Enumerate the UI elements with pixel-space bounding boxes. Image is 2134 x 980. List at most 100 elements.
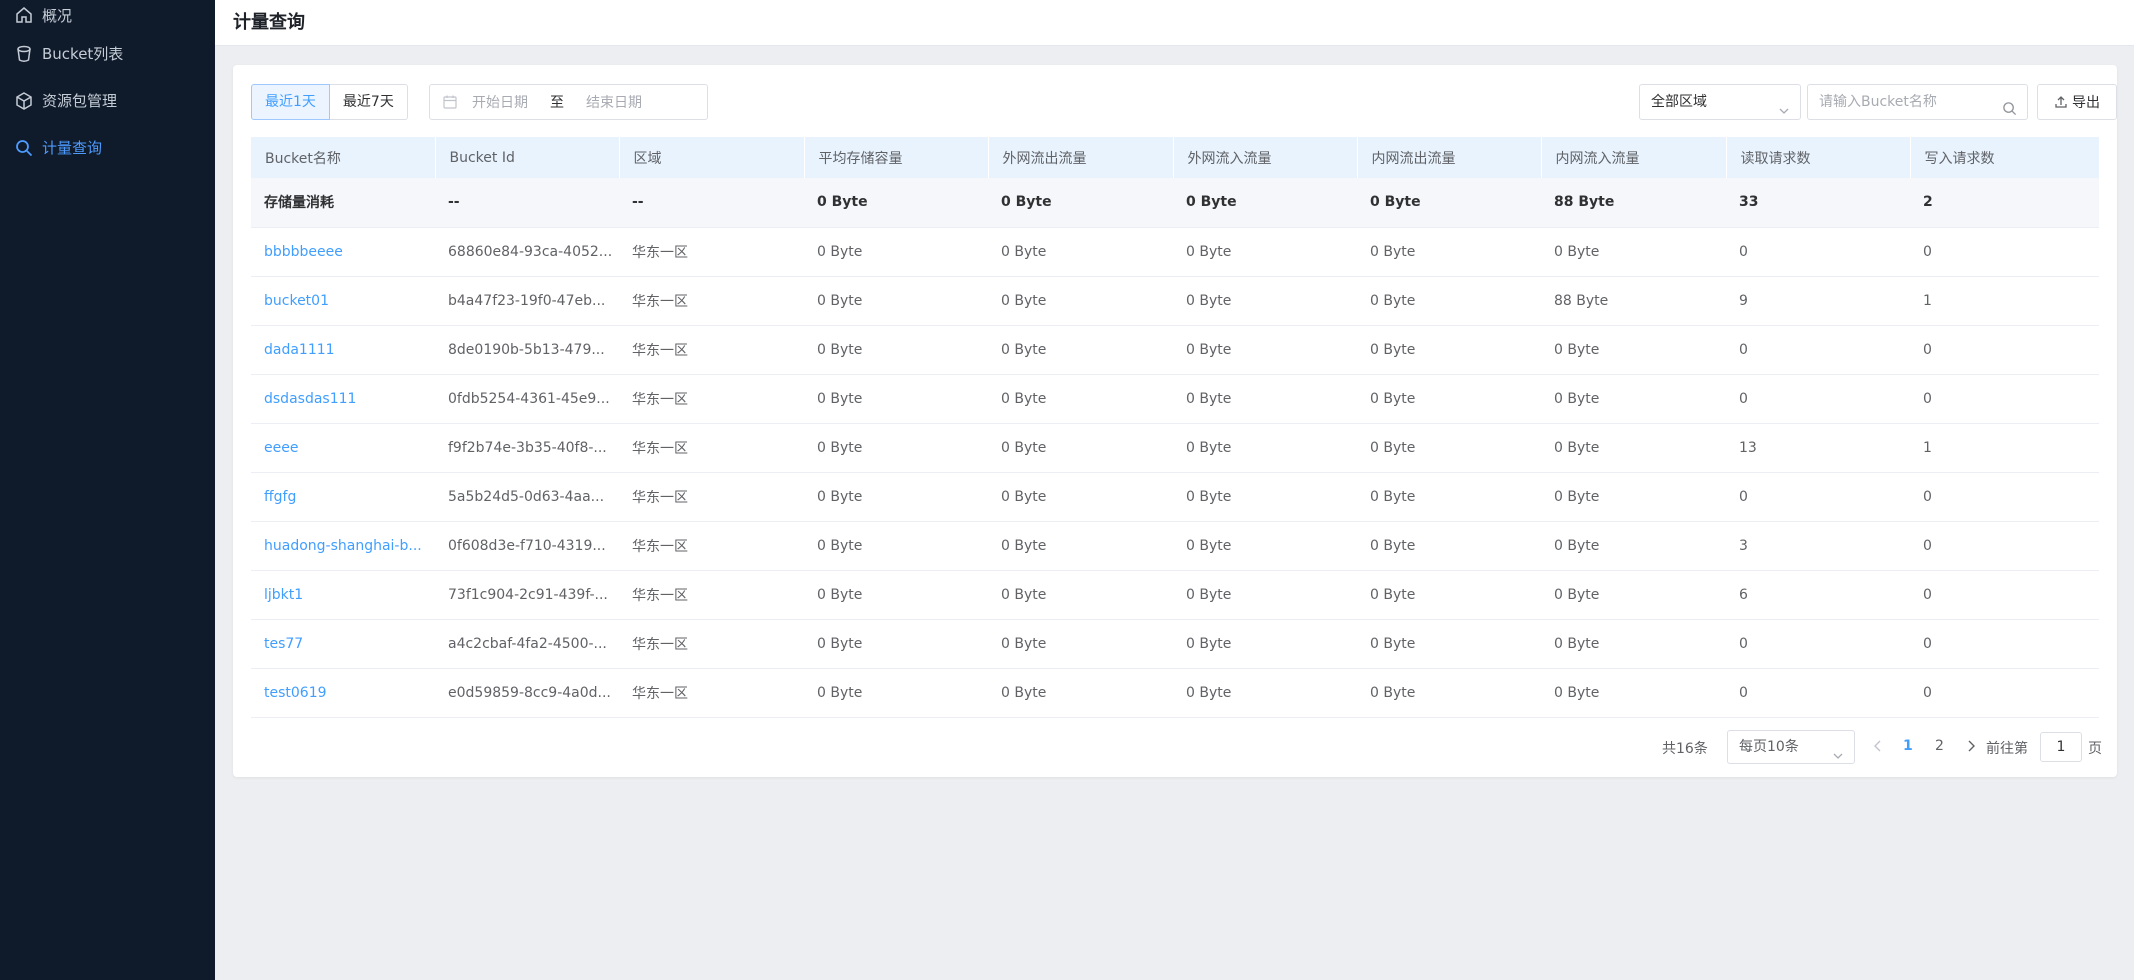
table-cell: 0 Byte: [1173, 472, 1357, 522]
table-row: ljbkt1 73f1c904-2c91-439f-... 华东一区 0 Byte 0 …: [251, 570, 2099, 620]
page-title: 计量查询: [233, 12, 305, 33]
table-cell: 13: [1726, 423, 1910, 473]
range-7day-button[interactable]: 最近7天: [329, 84, 408, 120]
table-cell: 0: [1910, 374, 2099, 424]
table-cell: 0f608d3e-f710-4319...: [435, 521, 619, 571]
metering-table: Bucket名称 Bucket Id 区域 平均存储容量 外网流出流量 外网流入…: [251, 137, 2100, 718]
table-cell: 0 Byte: [1173, 374, 1357, 424]
bucket-name-link[interactable]: bbbbbeeee: [264, 244, 343, 260]
table-cell: 0: [1910, 668, 2099, 718]
package-icon: [14, 91, 34, 111]
table-row: bbbbbeeee 68860e84-93ca-4052... 华东一区 0 Byte…: [251, 227, 2099, 277]
bucket-search-input[interactable]: 请输入Bucket名称: [1807, 84, 2028, 120]
table-cell: tes77: [251, 619, 435, 669]
sidebar-item-overview[interactable]: 概况: [0, 0, 215, 30]
bucket-name-link[interactable]: ffgfg: [264, 489, 296, 505]
goto-page-input[interactable]: 1: [2040, 732, 2082, 762]
table-header-row: Bucket名称 Bucket Id 区域 平均存储容量 外网流出流量 外网流入…: [251, 137, 2100, 178]
table-cell: 0 Byte: [804, 570, 988, 620]
table-cell: 华东一区: [619, 668, 804, 718]
bucket-name-link[interactable]: tes77: [264, 636, 303, 652]
table-cell: 0: [1910, 521, 2099, 571]
column-header: 写入请求数: [1910, 137, 2100, 178]
table-cell: 0 Byte: [804, 178, 988, 228]
page-number-2[interactable]: 2: [1935, 738, 1944, 754]
region-select-value: 全部区域: [1651, 94, 1707, 110]
column-header: 外网流出流量: [988, 137, 1174, 178]
table-cell: bbbbbeeee: [251, 227, 435, 277]
column-header: 平均存储容量: [804, 137, 989, 178]
region-select[interactable]: 全部区域: [1639, 84, 1801, 120]
table-cell: 0 Byte: [804, 521, 988, 571]
bucket-name-link[interactable]: eeee: [264, 440, 298, 456]
home-icon: [14, 5, 34, 25]
table-cell: 0: [1910, 472, 2099, 522]
column-header: 内网流出流量: [1357, 137, 1542, 178]
search-placeholder: 请输入Bucket名称: [1819, 94, 1937, 110]
end-date-input[interactable]: 结束日期: [586, 92, 642, 112]
sidebar-item-bucket-list[interactable]: Bucket列表: [0, 30, 215, 77]
bucket-name-link[interactable]: bucket01: [264, 293, 329, 309]
table-cell: 0 Byte: [804, 325, 988, 375]
table-row: huadong-shanghai-b... 0f608d3e-f710-4319.…: [251, 521, 2099, 571]
prev-page-icon[interactable]: [1870, 737, 1886, 755]
table-cell: 0 Byte: [804, 227, 988, 277]
table-cell: 0: [1726, 472, 1910, 522]
upload-icon: [2055, 96, 2067, 108]
table-cell: 0 Byte: [1541, 570, 1726, 620]
start-date-input[interactable]: 开始日期: [472, 92, 528, 112]
table-cell: 0: [1726, 668, 1910, 718]
sidebar-item-metering-query[interactable]: 计量查询: [0, 124, 215, 171]
page-size-select[interactable]: 每页10条: [1727, 730, 1855, 764]
bucket-name-link[interactable]: dada1111: [264, 342, 335, 358]
bucket-name-link[interactable]: huadong-shanghai-b...: [264, 538, 422, 554]
table-row: dada1111 8de0190b-5b13-479... 华东一区 0 Byte 0 …: [251, 325, 2099, 375]
table-cell: 0 Byte: [1173, 178, 1357, 228]
time-range-segmented: 最近1天 最近7天: [251, 84, 408, 120]
metering-card: 最近1天 最近7天 开始日期 至 结束日期 全部区域 请输入Bucket名称 导…: [233, 65, 2117, 777]
date-range-picker[interactable]: 开始日期 至 结束日期: [429, 84, 708, 120]
table-cell: 0 Byte: [1541, 521, 1726, 571]
table-cell: 0 Byte: [1357, 472, 1541, 522]
table-cell: 0 Byte: [1357, 227, 1541, 277]
table-cell: 0 Byte: [1357, 178, 1541, 228]
table-cell: 0 Byte: [988, 619, 1173, 669]
chevron-down-icon: [1832, 742, 1844, 759]
table-cell: 0: [1910, 325, 2099, 375]
page-size-value: 每页10条: [1739, 739, 1799, 755]
column-header: 外网流入流量: [1173, 137, 1358, 178]
table-cell: 0 Byte: [1357, 325, 1541, 375]
table-cell: 0 Byte: [1173, 325, 1357, 375]
calendar-icon: [442, 94, 458, 110]
summary-row: 存储量消耗 -- -- 0 Byte 0 Byte 0 Byte 0 Byte …: [251, 178, 2099, 228]
table-cell: 0 Byte: [1357, 374, 1541, 424]
next-page-icon[interactable]: [1963, 737, 1979, 755]
bucket-name-link[interactable]: ljbkt1: [264, 587, 303, 603]
export-label: 导出: [2072, 95, 2100, 111]
column-header: 读取请求数: [1726, 137, 1911, 178]
table-cell: 3: [1726, 521, 1910, 571]
sidebar-item-label: Bucket列表: [42, 45, 124, 63]
table-cell: 0 Byte: [1541, 227, 1726, 277]
table-cell: bucket01: [251, 276, 435, 326]
table-cell: 0 Byte: [988, 570, 1173, 620]
bucket-name-link[interactable]: dsdasdas111: [264, 391, 356, 407]
page-number-1[interactable]: 1: [1903, 738, 1913, 754]
table-cell: 0 Byte: [988, 325, 1173, 375]
export-button[interactable]: 导出: [2037, 84, 2117, 120]
table-cell: 0 Byte: [1357, 668, 1541, 718]
bucket-name-link[interactable]: test0619: [264, 685, 327, 701]
table-cell: ffgfg: [251, 472, 435, 522]
search-icon[interactable]: [2002, 95, 2017, 116]
table-cell: 华东一区: [619, 423, 804, 473]
sidebar-item-package-management[interactable]: 资源包管理: [0, 77, 215, 124]
goto-label: 前往第: [1986, 741, 2028, 757]
range-1day-button[interactable]: 最近1天: [251, 84, 330, 120]
column-header: 内网流入流量: [1541, 137, 1727, 178]
table-cell: 0 Byte: [1357, 521, 1541, 571]
table-cell: 0 Byte: [804, 276, 988, 326]
table-cell: 0 Byte: [1173, 570, 1357, 620]
table-row: ffgfg 5a5b24d5-0d63-4aa... 华东一区 0 Byte 0 Byt…: [251, 472, 2099, 522]
pagination: 共16条 每页10条 1 2 前往第 1 页: [233, 730, 2117, 764]
table-cell: 0 Byte: [988, 423, 1173, 473]
